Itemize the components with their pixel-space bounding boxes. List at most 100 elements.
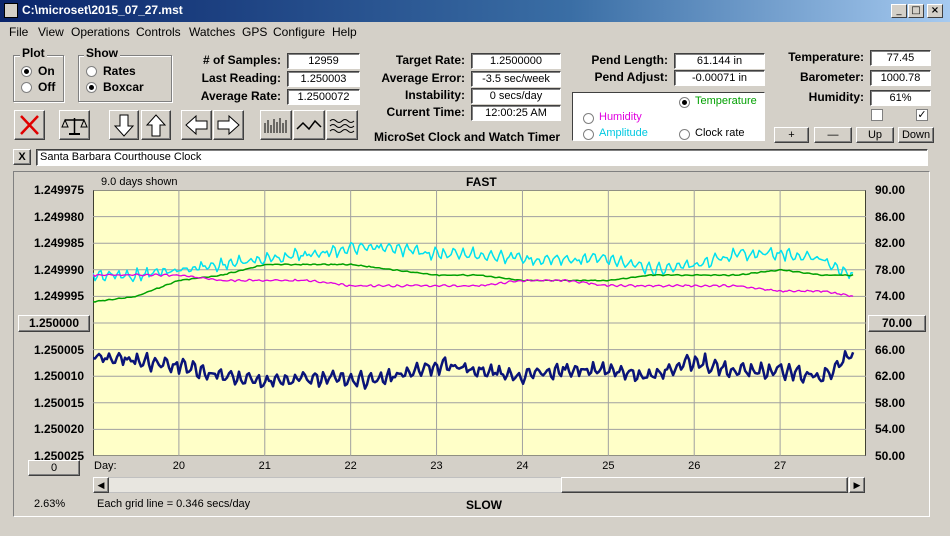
close-window-button[interactable]: × — [927, 4, 943, 18]
right-axis-tick-label: 74.00 — [875, 289, 906, 304]
right-axis-tick-label: 82.00 — [875, 236, 906, 251]
sensor-clockrate-radio[interactable] — [679, 129, 690, 140]
menu-view[interactable]: View — [38, 25, 64, 39]
days-shown-label: 9.0 days shown — [101, 176, 178, 188]
target-rate-field[interactable]: 1.2500000 — [471, 53, 561, 69]
right-center-value-button[interactable]: 70.00 — [868, 315, 926, 332]
down-arrow-button[interactable] — [109, 110, 139, 140]
sensor-amplitude-radio[interactable] — [583, 129, 594, 140]
left-center-value-button[interactable]: 1.250000 — [18, 315, 90, 332]
scrollbar-thumb[interactable] — [561, 477, 848, 493]
plot-group-title: Plot — [20, 46, 47, 60]
average-error-field: -3.5 sec/week — [471, 71, 561, 87]
fast-label: FAST — [466, 175, 497, 189]
left-axis-tick-label: 1.250015 — [33, 395, 84, 410]
scroll-right-button[interactable]: ▶ — [849, 477, 865, 493]
left-bottom-value-button[interactable]: 0 — [28, 460, 80, 476]
checkbox-2[interactable]: ✓ — [916, 109, 928, 121]
day-prefix-label: Day: — [94, 460, 117, 472]
right-axis-tick-label: 86.00 — [875, 209, 906, 224]
left-arrow-button[interactable] — [181, 110, 212, 140]
right-axis-tick-label: 62.00 — [875, 369, 906, 384]
menu-watches[interactable]: Watches — [189, 25, 235, 39]
slow-label: SLOW — [466, 498, 502, 512]
pend-adjust-field: -0.00071 in — [674, 70, 765, 86]
menu-configure[interactable]: Configure — [273, 25, 325, 39]
day-tick-label: 26 — [688, 460, 701, 472]
checkbox-1[interactable] — [871, 109, 883, 121]
average-rate-field: 1.2500072 — [287, 89, 360, 105]
left-axis-tick-label: 1.249995 — [33, 289, 84, 304]
right-axis-tick-label: 90.00 — [875, 183, 906, 197]
plot-off-label: Off — [38, 80, 56, 94]
left-axis-tick-label: 1.249975 — [33, 183, 84, 197]
menu-controls[interactable]: Controls — [136, 25, 181, 39]
scale-down-button[interactable]: Down — [898, 127, 934, 143]
left-axis-tick-label: 1.249990 — [33, 262, 84, 277]
right-axis-tick-label: 78.00 — [875, 262, 906, 277]
sensor-temperature-radio[interactable] — [679, 97, 690, 108]
plot-off-radio[interactable] — [21, 82, 32, 93]
right-axis-tick-label: 66.00 — [875, 342, 906, 357]
temperature-field: 77.45 — [870, 50, 931, 66]
clock-name-field[interactable]: Santa Barbara Courthouse Clock — [36, 149, 928, 166]
up-arrow-button[interactable] — [141, 110, 171, 140]
minimize-button[interactable]: _ — [891, 4, 907, 18]
menu-bar: File View Operations Controls Watches GP… — [0, 22, 950, 42]
menu-help[interactable]: Help — [332, 25, 357, 39]
show-boxcar-radio[interactable] — [86, 82, 97, 93]
last-reading-label: Last Reading: — [201, 71, 281, 85]
right-arrow-button[interactable] — [213, 110, 244, 140]
left-axis-tick-label: 1.250005 — [33, 342, 84, 357]
menu-operations[interactable]: Operations — [71, 25, 130, 39]
pend-length-label: Pend Length: — [591, 53, 668, 67]
temperature-label: Temperature: — [788, 50, 864, 64]
maximize-button[interactable]: □ — [908, 4, 924, 18]
grid-note-label: Each grid line = 0.346 secs/day — [97, 498, 251, 510]
app-label: MicroSet Clock and Watch Timer — [374, 130, 561, 144]
day-tick-label: 22 — [344, 460, 357, 472]
stop-button[interactable] — [14, 110, 45, 140]
multi-line-view-button[interactable] — [326, 110, 358, 140]
sensor-humidity-radio[interactable] — [583, 113, 594, 124]
humidity-label: Humidity: — [808, 90, 864, 104]
day-tick-label: 24 — [516, 460, 529, 472]
line-view-button[interactable] — [293, 110, 325, 140]
humidity-field: 61% — [870, 90, 931, 106]
instability-field: 0 secs/day — [471, 88, 561, 104]
plot-group — [13, 55, 64, 102]
right-axis-tick-label: 54.00 — [875, 422, 906, 437]
plot-on-radio[interactable] — [21, 66, 32, 77]
instability-label: Instability: — [404, 88, 465, 102]
menu-gps[interactable]: GPS — [242, 25, 267, 39]
left-axis-tick-label: 1.249980 — [33, 209, 84, 224]
scale-plus-button[interactable]: + — [774, 127, 809, 143]
show-group-title: Show — [84, 46, 120, 60]
left-axis-tick-label: 1.250010 — [33, 369, 84, 384]
day-tick-label: 20 — [172, 460, 185, 472]
clear-clock-name-button[interactable]: X — [13, 149, 31, 165]
show-rates-label: Rates — [103, 64, 136, 78]
scroll-left-button[interactable]: ◀ — [93, 477, 109, 493]
multi-wave-icon — [329, 119, 355, 133]
pend-length-field[interactable]: 61.144 in — [674, 53, 765, 69]
app-icon[interactable] — [4, 3, 18, 18]
samples-field: 12959 — [287, 53, 360, 69]
arrow-right-icon — [217, 114, 240, 136]
balance-button[interactable] — [59, 110, 90, 140]
scale-up-button[interactable]: Up — [856, 127, 894, 143]
show-rates-radio[interactable] — [86, 66, 97, 77]
scale-minus-button[interactable]: — — [814, 127, 852, 143]
menu-file[interactable]: File — [9, 25, 28, 39]
balance-scale-icon — [61, 118, 88, 135]
day-tick-label: 23 — [430, 460, 443, 472]
barometer-label: Barometer: — [799, 70, 864, 84]
sensor-amplitude-label: Amplitude — [599, 127, 648, 139]
wave-line-icon — [296, 119, 322, 131]
show-boxcar-label: Boxcar — [103, 80, 144, 94]
bar-view-button[interactable] — [260, 110, 292, 140]
plot-on-label: On — [38, 64, 55, 78]
bars-icon — [264, 118, 287, 133]
window-title: C:\microset\2015_07_27.mst — [22, 3, 183, 17]
title-bar: C:\microset\2015_07_27.mst _ □ × — [0, 0, 950, 22]
